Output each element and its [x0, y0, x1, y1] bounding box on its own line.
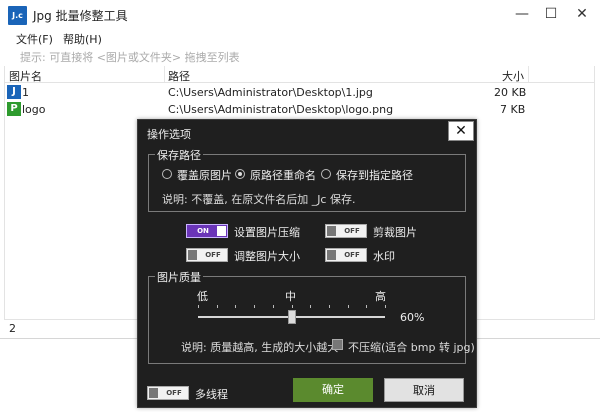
quality-slider-thumb[interactable]: [288, 310, 296, 324]
dialog-close-icon[interactable]: ✕: [448, 121, 474, 141]
save-path-description: 说明: 不覆盖, 在原文件名后加 _Jc 保存.: [162, 193, 356, 206]
slider-tick: [198, 305, 199, 308]
maximize-icon[interactable]: ☐: [537, 3, 565, 25]
no-compress-label[interactable]: 不压缩(适合 bmp 转 jpg): [348, 339, 475, 355]
png-file-icon: P: [7, 102, 21, 116]
menu-file[interactable]: 文件(F): [16, 31, 53, 47]
multithread-label: 多线程: [195, 388, 228, 401]
quality-mid-label: 中: [285, 290, 296, 303]
slider-tick: [329, 305, 330, 308]
slider-tick: [385, 305, 386, 308]
crop-label: 剪裁图片: [373, 226, 417, 239]
drag-hint: 提示: 可直接将 <图片或文件夹> 拖拽至列表: [20, 51, 240, 64]
column-header-size[interactable]: 大小: [502, 68, 524, 84]
column-header-name[interactable]: 图片名: [9, 68, 42, 84]
radio-save-to-path-label[interactable]: 保存到指定路径: [336, 167, 413, 183]
menu-bar: 文件(F) 帮助(H): [0, 30, 600, 48]
slider-tick: [366, 305, 367, 308]
radio-rename[interactable]: [235, 169, 245, 179]
resize-label: 调整图片大小: [234, 250, 300, 263]
watermark-label: 水印: [373, 250, 395, 263]
row-name: logo: [22, 103, 46, 116]
slider-tick: [292, 305, 293, 308]
resize-toggle[interactable]: OFF: [186, 248, 228, 262]
list-header: 图片名 路径 大小: [4, 66, 595, 83]
radio-save-to-path[interactable]: [321, 169, 331, 179]
quality-label: 图片质量: [155, 269, 203, 285]
window-title: Jpg 批量修整工具: [33, 9, 128, 23]
slider-tick: [254, 305, 255, 308]
row-name: 1: [22, 86, 29, 99]
slider-tick: [273, 305, 274, 308]
compress-label: 设置图片压缩: [234, 226, 300, 239]
quality-value: 60%: [400, 311, 425, 324]
close-icon[interactable]: ✕: [568, 3, 596, 25]
dialog-title: 操作选项: [147, 128, 191, 141]
menu-help[interactable]: 帮助(H): [63, 31, 102, 47]
slider-tick: [310, 305, 311, 308]
quality-low-label: 低: [197, 290, 208, 303]
radio-overwrite-label[interactable]: 覆盖原图片: [177, 167, 232, 183]
cancel-button[interactable]: 取消: [384, 378, 464, 402]
quality-high-label: 高: [375, 290, 386, 303]
no-compress-checkbox[interactable]: [332, 339, 343, 350]
slider-tick: [235, 305, 236, 308]
minimize-icon[interactable]: —: [508, 3, 536, 25]
table-row[interactable]: J 1 C:\Users\Administrator\Desktop\1.jpg…: [4, 84, 595, 102]
ok-button[interactable]: 确定: [293, 378, 373, 402]
radio-rename-label[interactable]: 原路径重命名: [250, 167, 316, 183]
slider-tick: [217, 305, 218, 308]
options-dialog: 操作选项 ✕ 保存路径 覆盖原图片 原路径重命名 保存到指定路径 说明: 不覆盖…: [137, 119, 477, 408]
jpg-file-icon: J: [7, 85, 21, 99]
crop-toggle[interactable]: OFF: [325, 224, 367, 238]
quality-description: 说明: 质量越高, 生成的大小越大: [181, 341, 339, 354]
row-size: 20 KB: [494, 86, 527, 99]
radio-overwrite[interactable]: [162, 169, 172, 179]
column-header-path[interactable]: 路径: [168, 68, 190, 84]
app-icon: J.c: [8, 6, 27, 25]
slider-tick: [348, 305, 349, 308]
watermark-toggle[interactable]: OFF: [325, 248, 367, 262]
row-size: 7 KB: [500, 103, 526, 116]
multithread-toggle[interactable]: OFF: [147, 386, 189, 400]
row-path: C:\Users\Administrator\Desktop\1.jpg: [168, 86, 373, 99]
title-bar: J.c Jpg 批量修整工具 — ☐ ✕: [0, 0, 600, 30]
table-row[interactable]: P logo C:\Users\Administrator\Desktop\lo…: [4, 101, 595, 119]
save-path-label: 保存路径: [155, 147, 203, 163]
file-count: 2: [9, 322, 16, 335]
compress-toggle[interactable]: ON: [186, 224, 228, 238]
row-path: C:\Users\Administrator\Desktop\logo.png: [168, 103, 394, 116]
